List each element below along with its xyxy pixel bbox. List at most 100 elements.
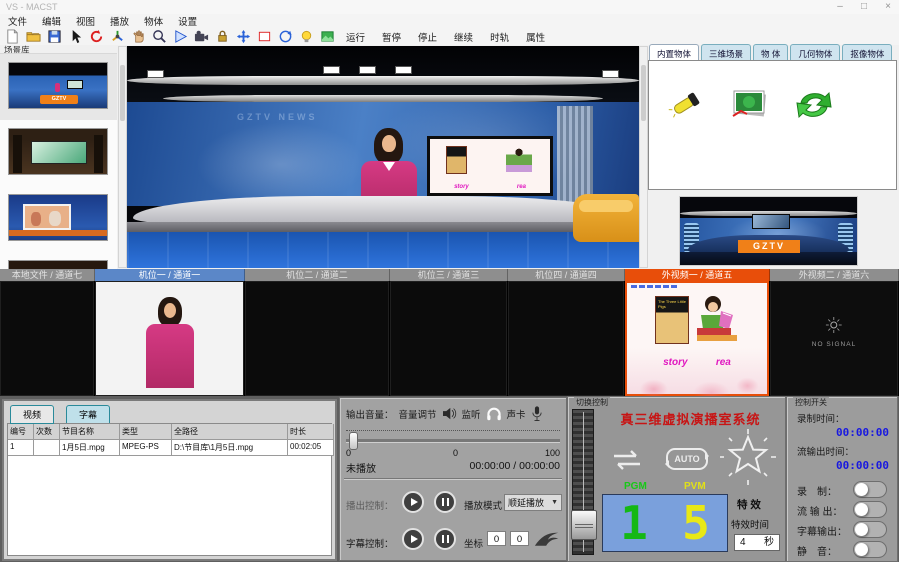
menu-play[interactable]: 播放 xyxy=(110,14,129,28)
channel-bar: 本地文件 / 通道七 机位一 / 通道一 机位二 / 通道二 机位三 / 通道三… xyxy=(0,269,899,281)
effect-time-input[interactable]: 4秒 xyxy=(734,534,780,551)
subtitle-pause-button[interactable] xyxy=(434,528,456,550)
effect-star-icon[interactable] xyxy=(720,429,776,490)
zoom-icon[interactable] xyxy=(151,29,167,45)
monitor-camera-2[interactable] xyxy=(245,281,390,396)
subtitle-toggle[interactable] xyxy=(853,521,887,538)
move-icon[interactable] xyxy=(235,29,251,45)
open-icon[interactable] xyxy=(25,29,41,45)
scale-min: 0 xyxy=(346,448,351,458)
volume-adjust-label[interactable]: 音量调节 xyxy=(399,407,437,421)
control-switches-panel: 控制开关 录制时间： 00:00:00 流输出时间： 00:00:00 录 制：… xyxy=(786,396,898,562)
pause-button[interactable]: 暂停 xyxy=(376,30,407,44)
menu-file[interactable]: 文件 xyxy=(8,14,27,28)
minimize-button[interactable]: – xyxy=(833,1,847,12)
monitor-camera-4[interactable] xyxy=(508,281,625,396)
playout-play-button[interactable] xyxy=(402,491,424,513)
microphone-icon[interactable] xyxy=(531,406,543,421)
tab-video[interactable]: 视频 xyxy=(10,405,54,424)
headphones-icon[interactable] xyxy=(486,406,502,421)
stop-button[interactable]: 停止 xyxy=(412,30,443,44)
stream-toggle[interactable] xyxy=(853,501,887,518)
auto-transition-button[interactable]: AUTO xyxy=(666,448,708,470)
play-mode-label: 播放模式 xyxy=(464,498,502,512)
select-icon[interactable] xyxy=(67,29,83,45)
properties-button[interactable]: 属性 xyxy=(520,30,551,44)
close-button[interactable]: × xyxy=(881,1,895,12)
volume-slider[interactable] xyxy=(346,439,560,443)
playlist-row-1[interactable]: 1 1月5日.mpg MPEG-PS D:\节目库\1月5日.mpg 00:02… xyxy=(8,440,331,456)
monitor-listen-label[interactable]: 监听 xyxy=(462,407,481,421)
scene-thumbnail-blue-studio[interactable]: GZTV xyxy=(8,62,108,109)
mute-toggle[interactable] xyxy=(853,541,887,558)
audio-playout-panel: 输出音量： 音量调节 监听 声卡 0 0 100 未播放 00:00:00 / … xyxy=(339,397,567,561)
subtitle-switch-label: 字幕输出： xyxy=(797,523,847,538)
monitor-external-video-2[interactable]: NO SIGNAL xyxy=(770,281,899,396)
transition-fader[interactable] xyxy=(572,409,594,555)
new-icon[interactable] xyxy=(4,29,20,45)
monitor-camera-3[interactable] xyxy=(390,281,508,396)
channel-camera-4[interactable]: 机位四 / 通道四 xyxy=(508,269,625,281)
volume-scale-ticks xyxy=(346,430,560,431)
viewport-scrollbar-right[interactable] xyxy=(639,46,648,268)
scene-object-icon[interactable] xyxy=(319,29,335,45)
book-cover xyxy=(446,146,467,174)
fader-handle[interactable] xyxy=(571,510,597,540)
channel-camera-1-pgm[interactable]: 机位一 / 通道一 xyxy=(95,269,245,281)
subtitle-play-button[interactable] xyxy=(402,528,424,550)
pgm-channel-number: 1 xyxy=(603,495,665,551)
monitor-external-video-1[interactable]: The Three Little Pigs storyrea xyxy=(625,281,770,396)
monitor-wall: The Three Little Pigs storyrea NO SIGNAL xyxy=(0,281,899,396)
viewport-3d[interactable]: GZTV NEWS storyrea xyxy=(118,46,648,268)
playback-time: 00:00:00 / 00:00:00 xyxy=(470,460,561,472)
speaker-icon[interactable] xyxy=(442,407,457,420)
rotate-view-icon[interactable] xyxy=(277,29,293,45)
scene-thumb-row-selected[interactable]: GZTV xyxy=(0,54,117,120)
coord-y-input[interactable]: 0 xyxy=(510,531,529,546)
playout-pause-button[interactable] xyxy=(434,491,456,513)
tab-subtitle[interactable]: 字幕 xyxy=(66,405,110,424)
pan-icon[interactable] xyxy=(130,29,146,45)
play-outline-icon[interactable] xyxy=(172,29,188,45)
camera-icon[interactable] xyxy=(193,29,209,45)
swoosh-icon[interactable] xyxy=(534,528,560,548)
record-toggle[interactable] xyxy=(853,481,887,498)
desk-front-panel xyxy=(127,232,639,268)
channel-external-video-2[interactable]: 外视频二 / 通道六 xyxy=(770,269,899,281)
light-icon[interactable] xyxy=(298,29,314,45)
save-icon[interactable] xyxy=(46,29,62,45)
channel-camera-3[interactable]: 机位三 / 通道三 xyxy=(390,269,508,281)
monitor-local-file[interactable] xyxy=(0,281,95,396)
run-button[interactable]: 运行 xyxy=(340,30,371,44)
stream-switch-label: 流 输 出： xyxy=(797,503,843,518)
maximize-button[interactable]: □ xyxy=(857,1,871,12)
timeline-button[interactable]: 时轨 xyxy=(484,30,515,44)
monitor-camera-1[interactable] xyxy=(95,281,245,396)
take-swap-icon[interactable] xyxy=(610,449,644,476)
channel-camera-2[interactable]: 机位二 / 通道二 xyxy=(245,269,390,281)
lock-icon[interactable] xyxy=(214,29,230,45)
scene-thumb-row[interactable] xyxy=(0,186,117,252)
play-mode-dropdown[interactable]: 顺延播放▼ xyxy=(504,494,562,511)
backdrop-text: GZTV NEWS xyxy=(237,112,318,122)
menu-object[interactable]: 物体 xyxy=(144,14,163,28)
rotate-object-icon[interactable] xyxy=(88,29,104,45)
channel-external-video-1[interactable]: 外视频一 / 通道五 xyxy=(625,269,770,281)
scene-thumbnail-greenscreen-studio[interactable] xyxy=(8,128,108,175)
continue-button[interactable]: 继续 xyxy=(448,30,479,44)
coord-x-input[interactable]: 0 xyxy=(487,531,506,546)
scene-thumb-row[interactable] xyxy=(0,120,117,186)
scene-thumbnail-picture-studio[interactable] xyxy=(8,194,108,241)
pictures-icon[interactable] xyxy=(727,85,771,126)
axis-3d-icon[interactable] xyxy=(109,29,125,45)
menu-view[interactable]: 视图 xyxy=(76,14,95,28)
refresh-icon[interactable] xyxy=(791,85,837,130)
channel-local-file[interactable]: 本地文件 / 通道七 xyxy=(0,269,95,281)
flashlight-icon[interactable] xyxy=(667,85,707,126)
menu-edit[interactable]: 编辑 xyxy=(42,14,61,28)
sound-card-label[interactable]: 声卡 xyxy=(507,407,526,421)
system-title: 真三维虚拟演播室系统 xyxy=(600,409,781,428)
rect-tool-icon[interactable] xyxy=(256,29,272,45)
menu-settings[interactable]: 设置 xyxy=(178,14,197,28)
viewport-scrollbar-left[interactable] xyxy=(118,46,127,268)
